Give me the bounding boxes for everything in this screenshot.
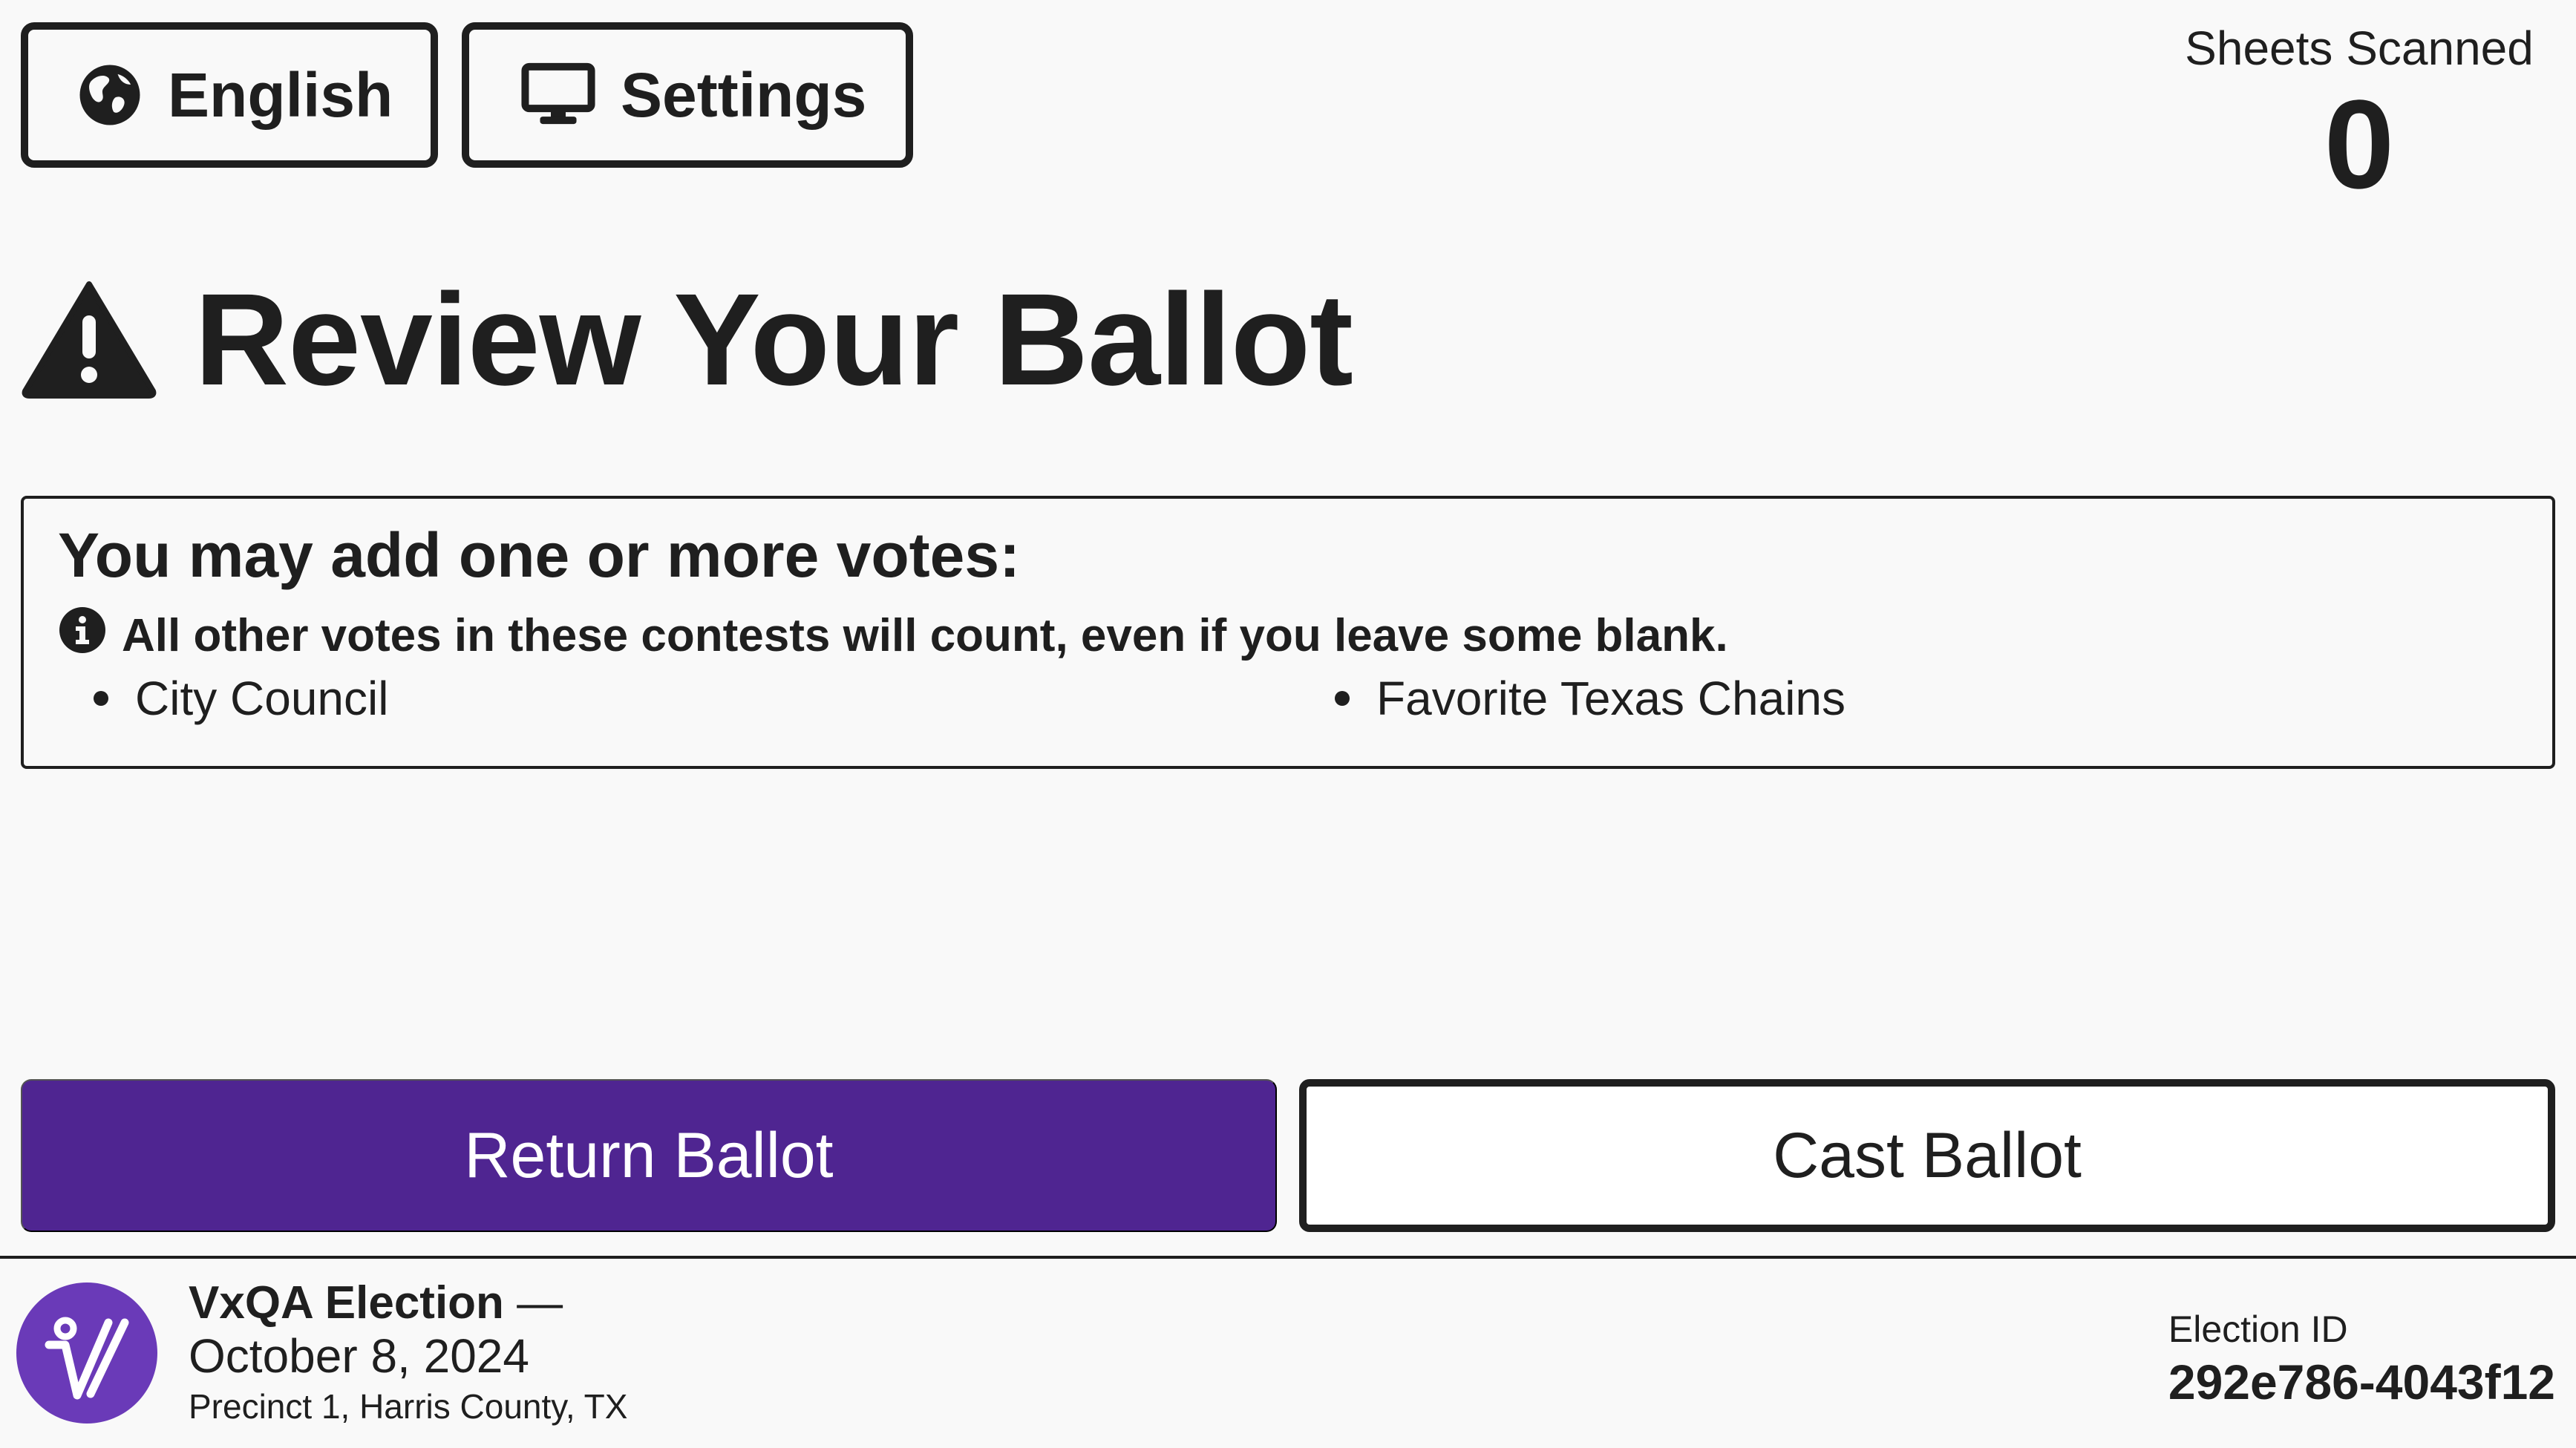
monitor-icon [521, 62, 595, 128]
election-info: VxQA Election — October 8, 2024 Precinct… [189, 1277, 627, 1426]
list-item: Favorite Texas Chains [1335, 671, 1846, 726]
warning-triangle-icon [21, 278, 157, 402]
vx-logo [16, 1282, 157, 1427]
notice-heading: You may add one or more votes: [58, 520, 1021, 590]
list-item: City Council [94, 671, 388, 726]
add-votes-notice: You may add one or more votes: All other… [21, 496, 2555, 769]
election-id-block: Election ID 292e786-4043f12 [2168, 1308, 2555, 1410]
language-button[interactable]: English [21, 22, 438, 168]
sheets-scanned-counter: Sheets Scanned 0 [2166, 22, 2552, 216]
election-id-label: Election ID [2168, 1308, 2348, 1350]
contest-name: Favorite Texas Chains [1376, 672, 1846, 725]
bullet-icon [94, 691, 108, 706]
notice-info-row: All other votes in these contests will c… [58, 606, 1728, 666]
footer: VxQA Election — October 8, 2024 Precinct… [0, 1256, 2576, 1448]
info-icon [58, 606, 107, 666]
election-date: October 8, 2024 [189, 1329, 529, 1383]
page-title: Review Your Ballot [194, 267, 1353, 413]
sheets-scanned-count: 0 [2324, 74, 2395, 216]
election-name-line: VxQA Election — [189, 1277, 627, 1329]
election-name-dash: — [517, 1277, 563, 1329]
settings-button-label: Settings [621, 59, 867, 130]
precinct-name: Precinct 1, Harris County, TX [189, 1386, 628, 1426]
return-ballot-button[interactable]: Return Ballot [21, 1079, 1277, 1232]
language-button-label: English [168, 59, 393, 130]
globe-icon [77, 62, 143, 128]
election-id-value: 292e786-4043f12 [2168, 1354, 2555, 1409]
bullet-icon [1335, 691, 1350, 706]
settings-button[interactable]: Settings [462, 22, 913, 168]
election-name: VxQA Election [189, 1277, 504, 1329]
page-title-row: Review Your Ballot [21, 275, 1353, 405]
contest-name: City Council [135, 672, 389, 725]
sheets-scanned-label: Sheets Scanned [2185, 22, 2534, 75]
cast-ballot-button[interactable]: Cast Ballot [1299, 1079, 2555, 1232]
notice-info-text: All other votes in these contests will c… [122, 610, 1728, 661]
